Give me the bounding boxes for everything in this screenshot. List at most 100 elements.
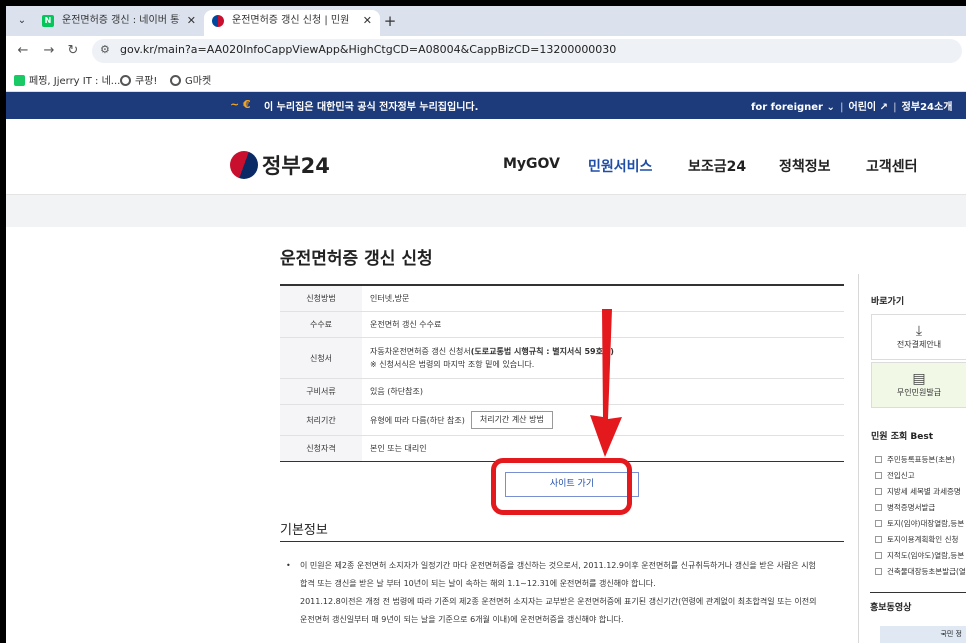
official-site-banner: ~ € 이 누리집은 대한민국 공식 전자정부 누리집입니다. for fore… [6,92,966,119]
tab-gov24[interactable]: 운전면허증 갱신 신청 | 민원안 ✕ [204,10,380,36]
about-link[interactable]: 정부24소개 [902,102,953,113]
naver-favicon-icon: N [42,15,54,27]
best-list-title: 민원 조회 Best [871,432,934,442]
row-label: 신청서 [280,338,362,378]
tab-strip: ⌄ N 운전면허증 갱신 : 네이버 통합 ✕ 운전면허증 갱신 신청 | 민원… [6,6,966,36]
reload-icon[interactable]: ↻ [64,42,82,60]
site-logo[interactable]: 정부24 [262,150,330,180]
info-line: 이 민원은 제2종 운전면허 소지자가 일정기간 마다 운전면허증을 갱신하는 … [300,561,816,570]
site-settings-icon[interactable]: ⚙ [100,43,110,56]
quick-link-label: 전자결제안내 [896,340,942,349]
nav-customer-center[interactable]: 고객센터 [866,156,918,176]
document-icon [875,568,882,575]
download-icon: ⤓ [915,323,923,339]
document-icon [875,552,882,559]
list-item[interactable]: 건축물대장등초본발급(열람) [875,564,966,580]
bookmark-label: 쿠팡! [135,76,158,87]
nav-civil-service[interactable]: 민원서비스 [588,156,652,176]
forward-arrow-icon[interactable]: → [40,42,58,60]
address-bar[interactable]: ⚙ gov.kr/main?a=AA020InfoCappViewApp&Hig… [92,39,962,63]
row-label: 구비서류 [280,379,362,404]
bookmark-item[interactable]: 쿠팡! [120,72,157,87]
document-icon [875,520,882,527]
table-row: 구비서류 있음 (하단참조) [280,379,844,405]
nav-policy[interactable]: 정책정보 [779,156,831,176]
tab-search-icon[interactable]: ⌄ [12,11,32,31]
table-row: 신청방법 인터넷,방문 [280,286,844,312]
government-emblem-icon: ~ € [230,98,251,111]
quick-link-label: 무인민원발급 [896,388,942,397]
processing-period: 유형에 따라 다름(하단 참조) [370,415,465,425]
list-item[interactable]: 지방세 세목별 과세증명 [875,484,966,500]
breadcrumb-band [6,195,966,227]
list-item[interactable]: 전입신고 [875,468,966,484]
page-title: 운전면허증 갱신 신청 [280,249,433,269]
tab-title: 운전면허증 갱신 신청 | 민원안 [232,15,350,26]
section-title: 기본정보 [280,523,328,538]
bookmark-label: 페찡, Jjerry IT : 네... [29,76,121,87]
quick-link-payment[interactable]: ⤓ 전자결제안내 [871,314,966,360]
url-text[interactable]: gov.kr/main?a=AA020InfoCappViewApp&HighC… [120,43,616,56]
bookmark-label: G마켓 [185,76,212,87]
list-item[interactable]: 주민등록표등본(초본) [875,452,966,468]
taegeuk-logo-icon[interactable] [230,151,258,179]
document-icon [875,504,882,511]
quick-link-kiosk[interactable]: ▤ 무인민원발급 [871,362,966,408]
form-name: 자동차운전면허증 갱신 신청서 [370,347,471,356]
application-info-table: 신청방법 인터넷,방문 수수료 운전면허 갱신 수수료 신청서 자동차운전면허증… [280,284,844,462]
new-tab-icon[interactable]: + [380,12,400,32]
globe-icon [170,75,181,86]
right-sidebar: 바로가기 ⤓ 전자결제안내 ▤ 무인민원발급 민원 조회 Best 주민등록표등… [858,274,966,643]
list-item[interactable]: 토지이용계획확인 신청 [875,532,966,548]
globe-icon [120,75,131,86]
official-notice[interactable]: 이 누리집은 대한민국 공식 전자정부 누리집입니다. [264,98,478,113]
document-icon [875,488,882,495]
promo-video-thumbnail[interactable]: 국민 정 [880,626,966,643]
bookmark-item[interactable]: 페찡, Jjerry IT : 네... [14,72,120,87]
list-item[interactable]: 병적증명서발급 [875,500,966,516]
best-list: 주민등록표등본(초본) 전입신고 지방세 세목별 과세증명 병적증명서발급 토지… [875,452,966,580]
basic-info-text: • 이 민원은 제2종 운전면허 소지자가 일정기간 마다 운전면허증을 갱신하는… [286,557,840,629]
bookmarks-bar: 페찡, Jjerry IT : 네... 쿠팡! G마켓 [6,66,966,92]
browser-window: ⌄ N 운전면허증 갱신 : 네이버 통합 ✕ 운전면허증 갱신 신청 | 민원… [6,6,966,643]
info-line: 운전면허 갱신일부터 매 9년이 되는 날을 기준으로 6개월 이내)에 운전면… [300,615,624,624]
row-value: 인터넷,방문 [370,294,410,303]
table-row: 처리기간 유형에 따라 다름(하단 참조) 처리기간 계산 방법 [280,405,844,436]
site-header: 정부24 MyGOV 민원서비스 보조금24 정책정보 고객센터 [6,119,966,195]
gov-favicon-icon [212,15,224,27]
divider [870,592,966,593]
row-label: 신청자격 [280,436,362,461]
info-line: 2011.12.8이전은 개정 전 법령에 따라 기존의 제2종 운전면허 소지… [300,597,817,606]
row-label: 처리기간 [280,405,362,435]
divider [280,541,844,542]
row-label: 신청방법 [280,286,362,311]
back-arrow-icon[interactable]: ← [14,42,32,60]
info-line: 합격 또는 갱신을 받은 날 부터 10년이 되는 날이 속하는 해의 1.1~… [300,579,656,588]
bullet-icon: • [286,561,291,570]
document-icon [875,472,882,479]
promo-title: 홍보동영상 [870,603,912,613]
period-calc-button[interactable]: 처리기간 계산 방법 [470,411,553,429]
tab-title: 운전면허증 갱신 : 네이버 통합 [62,15,180,26]
chat-icon [14,75,25,86]
list-item[interactable]: 토지(임야)대장열람,등본 [875,516,966,532]
navigation-bar: ← → ↻ ⚙ gov.kr/main?a=AA020InfoCappViewA… [6,36,966,66]
table-row: 신청서 자동차운전면허증 갱신 신청서(도로교통법 시행규칙 : 별지서식 59… [280,338,844,379]
quick-links-title: 바로가기 [871,297,905,307]
list-item[interactable]: 지적도(임야도)열람,등본 [875,548,966,564]
nav-subsidy[interactable]: 보조금24 [688,156,746,176]
banner-links: for foreigner ⌄ | 어린이 ↗ | 정부24소개 [751,102,953,113]
row-label: 수수료 [280,312,362,337]
document-icon [875,536,882,543]
tab-naver[interactable]: N 운전면허증 갱신 : 네이버 통합 ✕ [34,10,204,36]
document-icon [875,456,882,463]
children-link[interactable]: 어린이 [849,102,877,113]
close-icon[interactable]: ✕ [363,10,372,32]
nav-mygov[interactable]: MyGOV [503,156,560,172]
foreigner-link[interactable]: for foreigner [751,102,823,113]
kiosk-icon: ▤ [912,371,926,387]
red-arrow-annotation [590,309,622,457]
bookmark-item[interactable]: G마켓 [170,72,211,87]
form-note: ※ 신청서식은 법령의 마지막 조항 밑에 있습니다. [370,360,535,369]
close-icon[interactable]: ✕ [187,10,196,32]
